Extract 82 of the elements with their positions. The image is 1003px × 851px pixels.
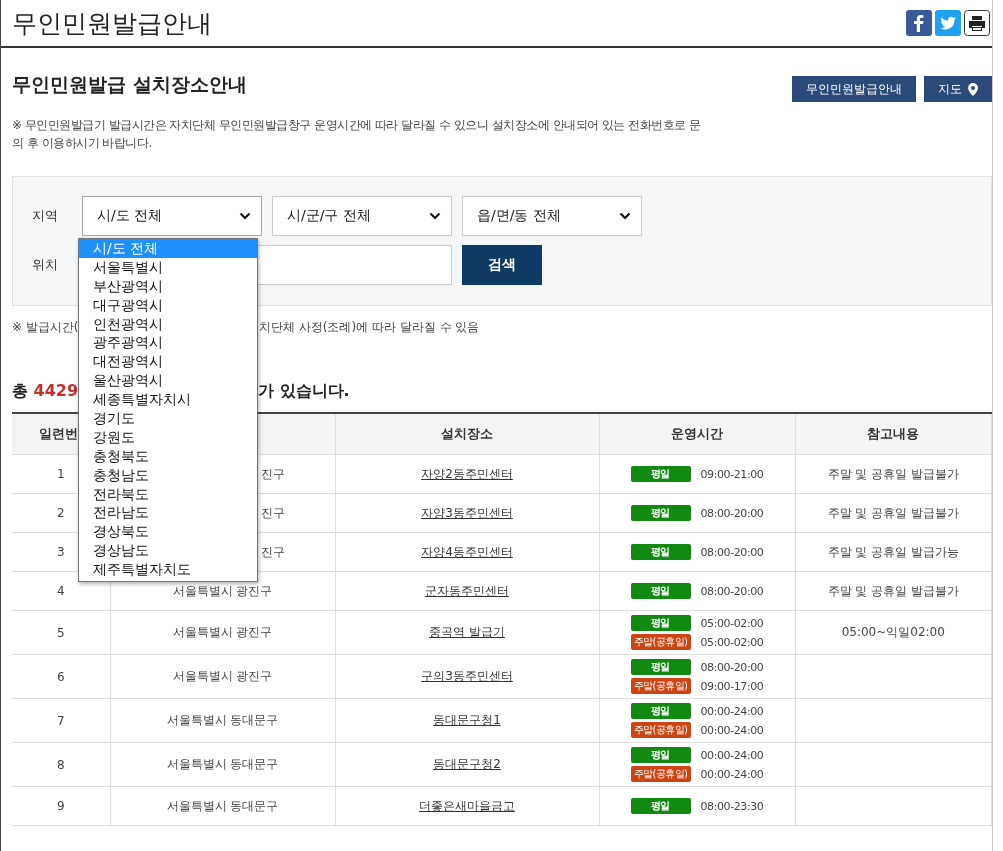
table-cell: 6 — [12, 654, 110, 699]
day-badge: 평일 — [630, 505, 691, 521]
search-button[interactable]: 검색 — [462, 245, 542, 285]
chevron-icon — [619, 212, 631, 220]
table-cell: 9 — [12, 786, 110, 826]
time-text: 00:00-24:00 — [700, 723, 764, 737]
note-text: ※ 발급시간( — [12, 319, 79, 336]
total-count: 총 4429 — [12, 381, 79, 402]
time-text: 08:00-20:00 — [700, 584, 764, 598]
page-title: 무인민원발급안내 — [12, 7, 212, 40]
table-cell: 서울특별시 광진구 — [110, 654, 335, 699]
place-link[interactable]: 자양4동주민센터 — [421, 544, 513, 559]
table-cell: 주말 및 공휴일 발급불가 — [827, 505, 959, 520]
dropdown-option[interactable]: 부산광역시 — [79, 276, 257, 296]
dropdown-option[interactable]: 대전광역시 — [79, 352, 257, 372]
select-field[interactable]: 시/군/구 전체 — [272, 196, 452, 236]
place-link[interactable]: 동대문구청1 — [433, 713, 501, 727]
day-badge: 평일 — [630, 659, 691, 675]
day-badge: 평일 — [630, 703, 691, 719]
day-badge: 평일 — [630, 583, 691, 599]
dropdown-option[interactable]: 서울특별시 — [79, 257, 257, 277]
place-link[interactable]: 구의3동주민센터 — [421, 669, 513, 683]
place-link[interactable]: 동대문구청2 — [433, 757, 501, 771]
place-link[interactable]: 중곡역 발급기 — [429, 625, 505, 639]
time-text: 00:00-24:00 — [700, 704, 764, 718]
select-field[interactable]: 읍/면/동 전체 — [462, 196, 642, 236]
time-text: 00:00-24:00 — [700, 748, 764, 762]
chevron-icon — [429, 212, 441, 220]
column-header: 참고내용 — [795, 413, 992, 455]
dropdown-option[interactable]: 인천광역시 — [79, 314, 257, 334]
table-cell: 05:00~익일02:00 — [841, 625, 945, 639]
time-text: 08:00-20:00 — [700, 545, 764, 559]
table-cell: 서울특별시 동대문구 — [110, 786, 335, 826]
place-link[interactable]: 자양2동주민센터 — [421, 466, 513, 481]
column-header: 설치장소 — [335, 413, 599, 455]
region-label: 지역 — [30, 207, 59, 225]
day-badge: 평일 — [630, 615, 691, 631]
table-cell: 5 — [12, 610, 110, 655]
place-link[interactable]: 자양3동주민센터 — [421, 505, 513, 520]
location-label: 위치 — [30, 256, 59, 274]
table-cell: 8 — [12, 742, 110, 787]
table-cell: 서울특별시 동대문구 — [110, 698, 335, 743]
table-cell: 서울특별시 광진구 — [110, 610, 335, 655]
table-cell: 주말 및 공휴일 발급불가 — [827, 466, 959, 481]
select-field[interactable]: 시/도 전체 — [82, 196, 262, 236]
day-badge: 주말(공휴일) — [630, 766, 691, 782]
time-text: 08:00-20:00 — [700, 506, 764, 520]
header-button[interactable]: 무인민원발급안내 — [792, 76, 916, 102]
total-text: 가 있습니다. — [258, 381, 350, 402]
table-cell: 7 — [12, 698, 110, 743]
place-link[interactable]: 더좋은새마을금고 — [419, 798, 515, 813]
day-badge: 주말(공휴일) — [630, 634, 691, 650]
header-button[interactable]: 지도 — [924, 76, 992, 102]
dropdown-option[interactable]: 세종특별자치시 — [79, 390, 257, 409]
dropdown-option[interactable]: 대구광역시 — [79, 295, 257, 315]
print-icon[interactable] — [964, 10, 990, 36]
dropdown-option[interactable]: 광주광역시 — [79, 333, 257, 353]
day-badge: 평일 — [630, 798, 691, 814]
time-text: 00:00-24:00 — [700, 767, 764, 781]
time-text: 05:00-02:00 — [700, 616, 764, 630]
table-cell: 주말 및 공휴일 발급불가 — [827, 583, 959, 598]
column-header: 운영시간 — [599, 413, 795, 455]
notice-text: ※ 무인민원발급기 발급시간은 자치단체 무인민원발급창구 운영시간에 따라 달라질 수 있으니 설치장소에 안내되어 있는 전화번호로 문의 후 이용하시기 바랍니다. — [12, 117, 702, 152]
day-badge: 평일 — [630, 747, 691, 763]
note-text: 치단체 사정(조례)에 따라 달라질 수 있음 — [259, 319, 480, 336]
table-cell: 서울특별시 동대문구 — [110, 742, 335, 787]
time-text: 08:00-20:00 — [700, 660, 764, 674]
time-text: 09:00-21:00 — [700, 467, 764, 481]
day-badge: 주말(공휴일) — [630, 678, 691, 694]
dropdown-option[interactable]: 울산광역시 — [79, 371, 257, 391]
time-text: 05:00-02:00 — [700, 635, 764, 649]
chevron-icon — [239, 212, 251, 220]
day-badge: 주말(공휴일) — [630, 722, 691, 738]
map-pin-icon — [968, 82, 978, 96]
place-link[interactable]: 군자동주민센터 — [425, 583, 509, 598]
day-badge: 평일 — [630, 466, 691, 482]
day-badge: 평일 — [630, 544, 691, 560]
table-cell: 주말 및 공휴일 발급가능 — [827, 544, 959, 559]
facebook-icon[interactable] — [906, 10, 932, 36]
section-title: 무인민원발급 설치장소안내 — [12, 72, 247, 97]
time-text: 09:00-17:00 — [700, 679, 764, 693]
time-text: 08:00-23:30 — [700, 799, 764, 813]
